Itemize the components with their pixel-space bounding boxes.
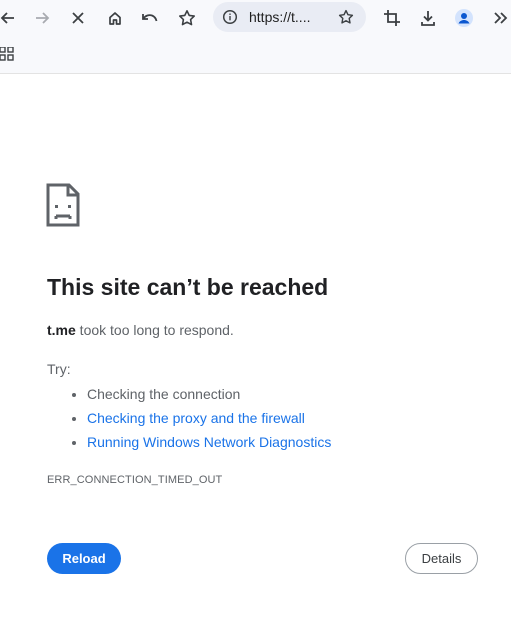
details-button[interactable]: Details [405, 543, 478, 574]
star-icon [338, 9, 354, 24]
download-icon [421, 11, 435, 26]
suggestion-item: Checking the connection [87, 384, 331, 408]
close-icon [72, 12, 84, 24]
profile-icon [455, 9, 473, 27]
try-label: Try: [47, 361, 71, 377]
star-icon [179, 10, 195, 26]
browser-toolbar: https://t.... [0, 0, 511, 36]
crop-icon [384, 10, 400, 26]
address-bar[interactable]: https://t.... [213, 2, 366, 32]
downloads-button[interactable] [414, 4, 442, 32]
info-icon[interactable] [221, 8, 239, 26]
error-description: t.me took too long to respond. [47, 322, 234, 338]
chevron-double-right-icon [494, 12, 508, 24]
undo-button[interactable] [136, 4, 164, 32]
suggestion-link-proxy[interactable]: Checking the proxy and the firewall [87, 408, 331, 432]
reload-button[interactable]: Reload [47, 543, 121, 574]
error-title: This site can’t be reached [47, 274, 329, 300]
more-toolbar-button[interactable] [486, 4, 511, 32]
sad-page-icon [46, 183, 80, 227]
suggestion-list: Checking the connection Checking the pro… [47, 384, 331, 456]
error-message: took too long to respond. [75, 322, 234, 338]
error-code: ERR_CONNECTION_TIMED_OUT [47, 474, 223, 486]
crop-button[interactable] [378, 4, 406, 32]
back-button[interactable] [0, 4, 22, 32]
error-host: t.me [47, 322, 76, 338]
url-text: https://t.... [249, 9, 311, 25]
forward-button[interactable] [28, 4, 56, 32]
bookmarks-bar [0, 36, 511, 74]
home-button[interactable] [101, 4, 129, 32]
bookmark-page-button[interactable] [336, 7, 356, 27]
undo-icon [142, 14, 158, 22]
arrow-left-icon [0, 12, 14, 24]
apps-grid-icon[interactable] [0, 47, 14, 61]
home-icon [109, 12, 121, 25]
profile-button[interactable] [450, 4, 478, 32]
bookmark-star-button[interactable] [173, 4, 201, 32]
suggestion-link-diagnostics[interactable]: Running Windows Network Diagnostics [87, 432, 331, 456]
arrow-right-icon [36, 12, 50, 24]
stop-button[interactable] [64, 4, 92, 32]
